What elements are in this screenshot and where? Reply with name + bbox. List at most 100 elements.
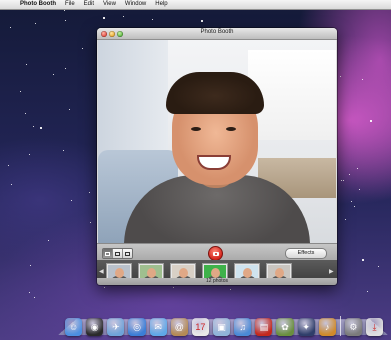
star	[173, 287, 174, 288]
star	[201, 20, 203, 22]
effects-button[interactable]: Effects	[285, 248, 327, 259]
garageband-icon[interactable]: ♪	[318, 318, 336, 336]
thumbnail-image	[204, 265, 226, 282]
star	[29, 154, 30, 155]
star	[63, 150, 64, 151]
star	[65, 68, 66, 69]
star	[10, 27, 11, 28]
window-titlebar[interactable]: Photo Booth	[97, 28, 337, 40]
star	[82, 48, 83, 49]
star	[359, 189, 360, 190]
star	[370, 120, 372, 122]
four-up-view-button[interactable]	[113, 249, 123, 258]
view-mode-selector	[102, 248, 133, 259]
star	[33, 126, 34, 127]
star	[351, 201, 352, 202]
star	[104, 287, 105, 288]
ichat-icon[interactable]: ✉	[149, 318, 167, 336]
star	[362, 79, 363, 80]
thumbnail-face	[275, 268, 284, 278]
star	[349, 174, 350, 175]
star	[69, 109, 70, 110]
ical-icon[interactable]: 17	[191, 318, 209, 336]
photo-booth-window: Photo Booth Effects ◀ ▶ 272829303132 12 …	[97, 28, 337, 285]
safari-icon[interactable]: ◎	[128, 318, 146, 336]
itunes-icon[interactable]: ♫	[234, 318, 252, 336]
star	[152, 19, 153, 20]
star	[35, 23, 36, 24]
time-machine-icon[interactable]: ✦	[297, 318, 315, 336]
menu-file[interactable]: File	[65, 0, 75, 9]
star	[71, 200, 72, 201]
photo-count: 12 photos	[97, 278, 337, 285]
star	[378, 266, 379, 267]
star	[40, 127, 42, 129]
thumbnail-face	[115, 268, 124, 278]
photo-booth-toolbar: Effects	[97, 243, 337, 261]
thumbnail-face	[179, 268, 188, 278]
star	[20, 91, 21, 92]
single-view-button[interactable]	[103, 249, 113, 258]
star	[343, 180, 344, 181]
window-title: Photo Booth	[200, 29, 234, 35]
star	[341, 180, 342, 181]
star	[367, 291, 368, 292]
preview-icon[interactable]: ▣	[212, 318, 231, 336]
camera-icon	[212, 251, 219, 256]
menu-view[interactable]: View	[103, 0, 116, 9]
star	[8, 165, 9, 166]
star	[90, 222, 91, 223]
star	[48, 240, 49, 241]
person-hair	[166, 72, 264, 114]
star	[64, 10, 65, 11]
menu-app-name[interactable]: Photo Booth	[20, 0, 56, 9]
movie-view-button[interactable]	[123, 249, 132, 258]
camera-preview	[98, 40, 336, 243]
person-eye-right	[226, 127, 236, 131]
dashboard-icon[interactable]: ◉	[86, 318, 104, 336]
scroll-left-icon[interactable]: ◀	[99, 268, 104, 275]
dock: ☺ ◉ ✈ ◎ ✉ @17 ▣ ♫ ▤ ✿ ✦ ♪ ⚙ ⤓	[65, 306, 387, 336]
star	[30, 265, 31, 266]
star	[230, 289, 231, 290]
single-photo-icon	[105, 251, 110, 256]
thumbnail-image	[268, 265, 290, 282]
thumbnail-face	[243, 268, 252, 278]
take-photo-button[interactable]	[208, 246, 223, 261]
photo-booth-icon[interactable]: ▤	[255, 318, 273, 336]
finder-icon[interactable]: ☺	[65, 318, 83, 336]
thumbnail-face	[211, 268, 220, 278]
address-book-icon[interactable]: @	[170, 318, 188, 336]
menu-edit[interactable]: Edit	[84, 0, 94, 9]
star	[362, 259, 364, 261]
thumbnail-image	[236, 265, 258, 282]
mail-icon[interactable]: ✈	[107, 318, 125, 336]
menu-bar: Photo Booth File Edit View Window Help	[0, 0, 391, 10]
iphoto-icon[interactable]: ✿	[276, 318, 294, 336]
star	[123, 16, 124, 17]
scroll-right-icon[interactable]: ▶	[329, 268, 334, 275]
star	[25, 113, 26, 114]
star	[34, 297, 35, 298]
person-eye-left	[191, 127, 201, 131]
star	[103, 17, 105, 19]
thumbnail-image	[172, 265, 194, 282]
star	[354, 206, 355, 207]
system-preferences-icon[interactable]: ⚙	[344, 318, 362, 336]
star	[89, 192, 90, 193]
menu-help[interactable]: Help	[155, 0, 167, 9]
thumbnail-image	[108, 265, 130, 282]
dock-separator	[339, 316, 341, 336]
film-icon	[125, 251, 130, 256]
menu-window[interactable]: Window	[125, 0, 146, 9]
thumbnail-face	[147, 268, 156, 278]
downloads-icon[interactable]: ⤓	[365, 318, 384, 336]
star	[26, 64, 27, 65]
star	[357, 168, 358, 169]
star	[340, 76, 341, 77]
grid-icon	[115, 251, 120, 256]
thumbnail-image	[140, 265, 162, 282]
star	[29, 292, 30, 293]
star	[345, 219, 346, 220]
star	[11, 184, 12, 185]
